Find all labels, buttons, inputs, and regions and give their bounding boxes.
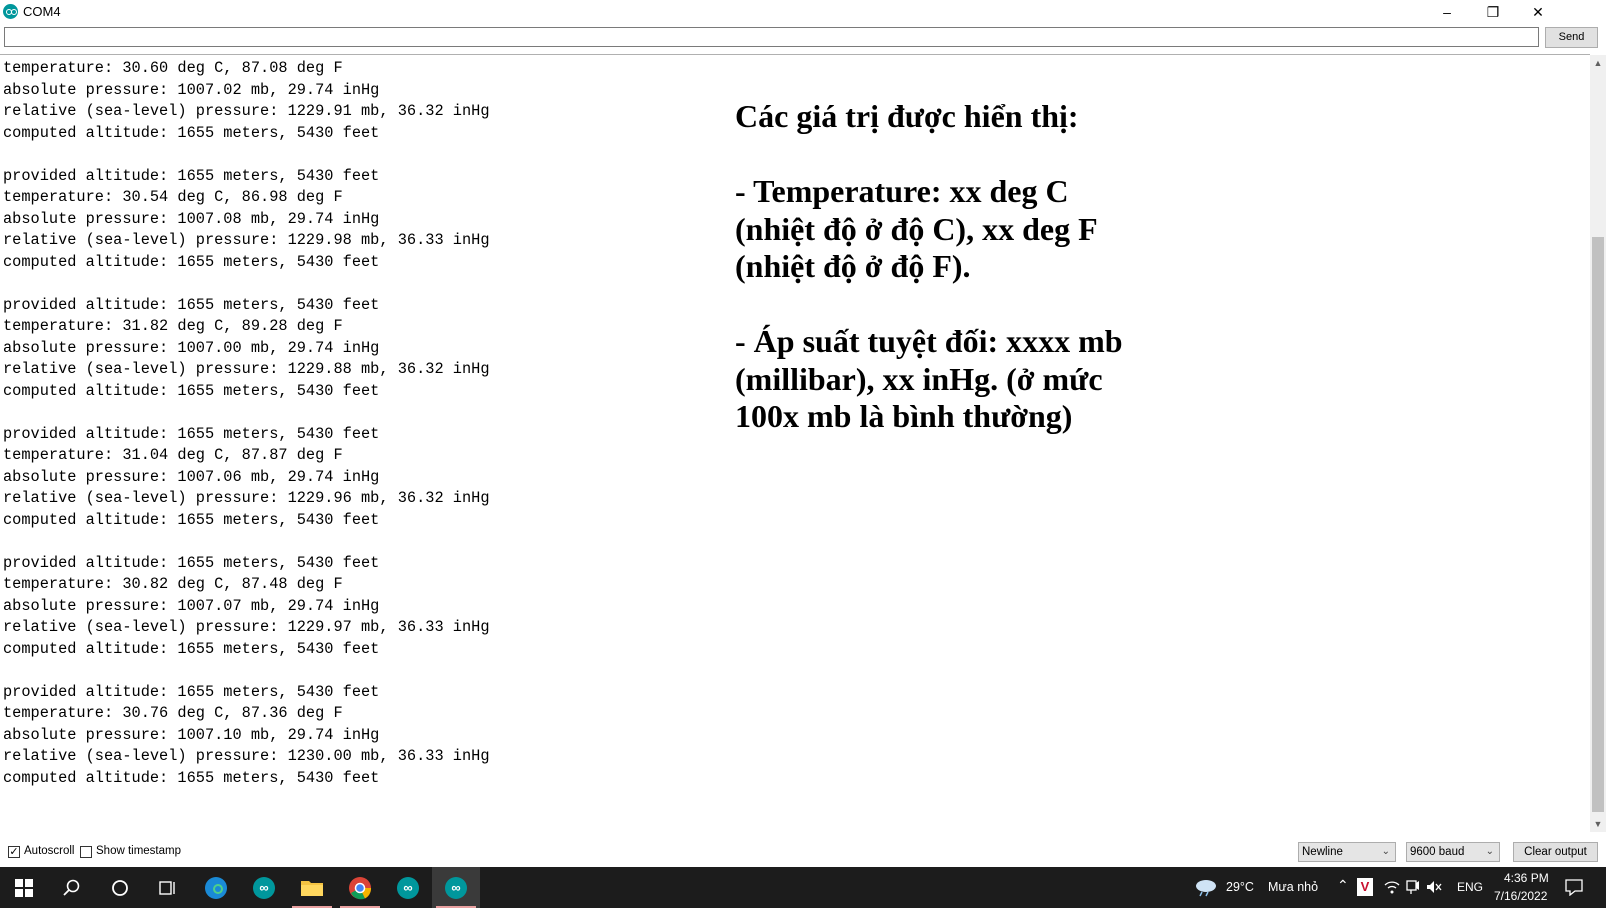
output-line: relative (sea-level) pressure: 1229.91 m… xyxy=(3,102,490,120)
taskbar-arduino-3[interactable]: ∞ xyxy=(432,867,480,908)
baud-rate-select[interactable]: 9600 baud ⌄ xyxy=(1406,842,1500,862)
output-line: computed altitude: 1655 meters, 5430 fee… xyxy=(3,381,380,400)
output-line: provided altitude: 1655 meters, 5430 fee… xyxy=(3,553,380,572)
clear-output-button[interactable]: Clear output xyxy=(1513,842,1598,862)
search-button[interactable] xyxy=(48,867,96,908)
task-view-button[interactable] xyxy=(144,867,192,908)
title-bar: COM4 – ❐ ✕ xyxy=(0,0,1606,24)
taskbar-edge[interactable] xyxy=(192,867,240,908)
maximize-button[interactable]: ❐ xyxy=(1470,0,1516,24)
chevron-down-icon: ⌄ xyxy=(1485,846,1494,857)
arduino-icon: ∞ xyxy=(253,876,275,899)
output-line: absolute pressure: 1007.08 mb, 29.74 inH… xyxy=(3,209,380,228)
meet-now-icon[interactable] xyxy=(1406,879,1420,895)
folder-icon xyxy=(301,880,323,896)
close-button[interactable]: ✕ xyxy=(1515,0,1561,24)
language-indicator[interactable]: ENG xyxy=(1457,880,1483,894)
notification-center-icon[interactable] xyxy=(1565,878,1583,896)
output-line: computed altitude: 1655 meters, 5430 fee… xyxy=(3,510,380,529)
weather-temperature[interactable]: 29°C xyxy=(1226,880,1254,894)
scroll-up-arrow-icon[interactable]: ▲ xyxy=(1590,55,1606,71)
output-line: relative (sea-level) pressure: 1229.97 m… xyxy=(3,618,490,636)
output-line: temperature: 30.60 deg C, 87.08 deg F xyxy=(3,59,343,77)
baud-rate-value: 9600 baud xyxy=(1410,846,1465,858)
output-line: provided altitude: 1655 meters, 5430 fee… xyxy=(3,424,380,443)
autoscroll-label: Autoscroll xyxy=(24,845,75,857)
arduino-icon: ∞ xyxy=(445,876,467,899)
output-line: computed altitude: 1655 meters, 5430 fee… xyxy=(3,123,380,142)
output-line: absolute pressure: 1007.02 mb, 29.74 inH… xyxy=(3,80,380,99)
clock-time[interactable]: 4:36 PM xyxy=(1504,871,1549,885)
output-line: relative (sea-level) pressure: 1229.98 m… xyxy=(3,231,490,249)
cortana-button[interactable] xyxy=(96,867,144,908)
output-line: computed altitude: 1655 meters, 5430 fee… xyxy=(3,252,380,271)
arduino-icon: ∞ xyxy=(397,876,419,899)
annotation-temp-line-3: (nhiệt độ ở độ F). xyxy=(735,248,971,284)
output-line: computed altitude: 1655 meters, 5430 fee… xyxy=(3,768,380,787)
output-line: computed altitude: 1655 meters, 5430 fee… xyxy=(3,639,380,658)
clock-date[interactable]: 7/16/2022 xyxy=(1494,889,1547,903)
line-ending-value: Newline xyxy=(1302,846,1343,858)
cloud-rain-icon xyxy=(1196,880,1216,897)
output-line: temperature: 31.04 deg C, 87.87 deg F xyxy=(3,446,343,464)
show-timestamp-label: Show timestamp xyxy=(96,845,182,857)
wifi-icon[interactable] xyxy=(1384,880,1400,894)
autoscroll-checkbox[interactable]: ✓ xyxy=(8,846,20,858)
taskbar-file-explorer[interactable] xyxy=(288,867,336,908)
output-line: provided altitude: 1655 meters, 5430 fee… xyxy=(3,166,380,185)
window-title: COM4 xyxy=(23,4,61,19)
serial-monitor-footer: ✓ Autoscroll Show timestamp Newline ⌄ 96… xyxy=(0,833,1606,867)
output-line: temperature: 30.82 deg C, 87.48 deg F xyxy=(3,575,343,593)
output-line: relative (sea-level) pressure: 1230.00 m… xyxy=(3,747,490,765)
output-line: temperature: 30.54 deg C, 86.98 deg F xyxy=(3,188,343,206)
scroll-down-arrow-icon[interactable]: ▼ xyxy=(1590,816,1606,832)
output-line: absolute pressure: 1007.07 mb, 29.74 inH… xyxy=(3,596,380,615)
taskbar-arduino-1[interactable]: ∞ xyxy=(240,867,288,908)
task-view-icon xyxy=(159,880,175,895)
output-line: temperature: 30.76 deg C, 87.36 deg F xyxy=(3,704,343,722)
annotation-heading: Các giá trị được hiển thị: xyxy=(735,98,1079,134)
cortana-circle-icon xyxy=(112,879,128,896)
taskbar-arduino-2[interactable]: ∞ xyxy=(384,867,432,908)
annotation-temp-line-1: - Temperature: xx deg C xyxy=(735,173,1069,209)
taskbar-chrome[interactable] xyxy=(336,867,384,908)
send-button[interactable]: Send xyxy=(1545,27,1598,48)
weather-icon[interactable] xyxy=(1194,877,1218,897)
edge-browser-icon xyxy=(205,876,227,899)
chevron-up-icon[interactable]: ⌃ xyxy=(1337,877,1349,894)
windows-logo-icon xyxy=(15,878,33,897)
search-icon xyxy=(63,879,80,896)
output-line: provided altitude: 1655 meters, 5430 fee… xyxy=(3,682,380,701)
weather-description[interactable]: Mưa nhỏ xyxy=(1268,880,1318,894)
output-line: temperature: 31.82 deg C, 89.28 deg F xyxy=(3,317,343,335)
output-line: absolute pressure: 1007.10 mb, 29.74 inH… xyxy=(3,725,380,744)
output-line: provided altitude: 1655 meters, 5430 fee… xyxy=(3,295,380,314)
scroll-thumb[interactable] xyxy=(1592,237,1604,812)
serial-send-input[interactable] xyxy=(4,27,1539,47)
output-scrollbar[interactable]: ▲ ▼ xyxy=(1590,55,1606,832)
arduino-app-icon xyxy=(3,4,18,19)
send-row: Send xyxy=(0,24,1606,52)
output-line: relative (sea-level) pressure: 1229.96 m… xyxy=(3,489,490,507)
chevron-down-icon: ⌄ xyxy=(1381,846,1390,857)
annotation-pressure-line-3: 100x mb là bình thường) xyxy=(735,398,1073,434)
line-ending-select[interactable]: Newline ⌄ xyxy=(1298,842,1396,862)
annotation-temp-line-2: (nhiệt độ ở độ C), xx deg F xyxy=(735,210,1098,247)
annotation-pressure-line-1: - Áp suất tuyệt đối: xxxx mb xyxy=(735,323,1123,359)
annotation-text: Các giá trị được hiển thị: - Temperature… xyxy=(735,98,1155,436)
speaker-muted-icon[interactable] xyxy=(1426,880,1442,894)
annotation-pressure-line-2: (millibar), xx inHg. (ở mức xyxy=(735,360,1103,397)
chrome-icon xyxy=(349,876,372,899)
output-line: absolute pressure: 1007.06 mb, 29.74 inH… xyxy=(3,467,380,486)
show-timestamp-checkbox[interactable] xyxy=(80,846,92,858)
output-line: relative (sea-level) pressure: 1229.88 m… xyxy=(3,360,490,378)
minimize-button[interactable]: – xyxy=(1424,0,1470,24)
start-button[interactable] xyxy=(0,867,48,908)
windows-taskbar: ∞ ∞ ∞ 29°C Mưa nhỏ ⌃ V ENG 4:36 PM 7/16/… xyxy=(0,867,1606,908)
vietkey-tray-icon[interactable]: V xyxy=(1357,878,1373,896)
output-line: absolute pressure: 1007.00 mb, 29.74 inH… xyxy=(3,338,380,357)
